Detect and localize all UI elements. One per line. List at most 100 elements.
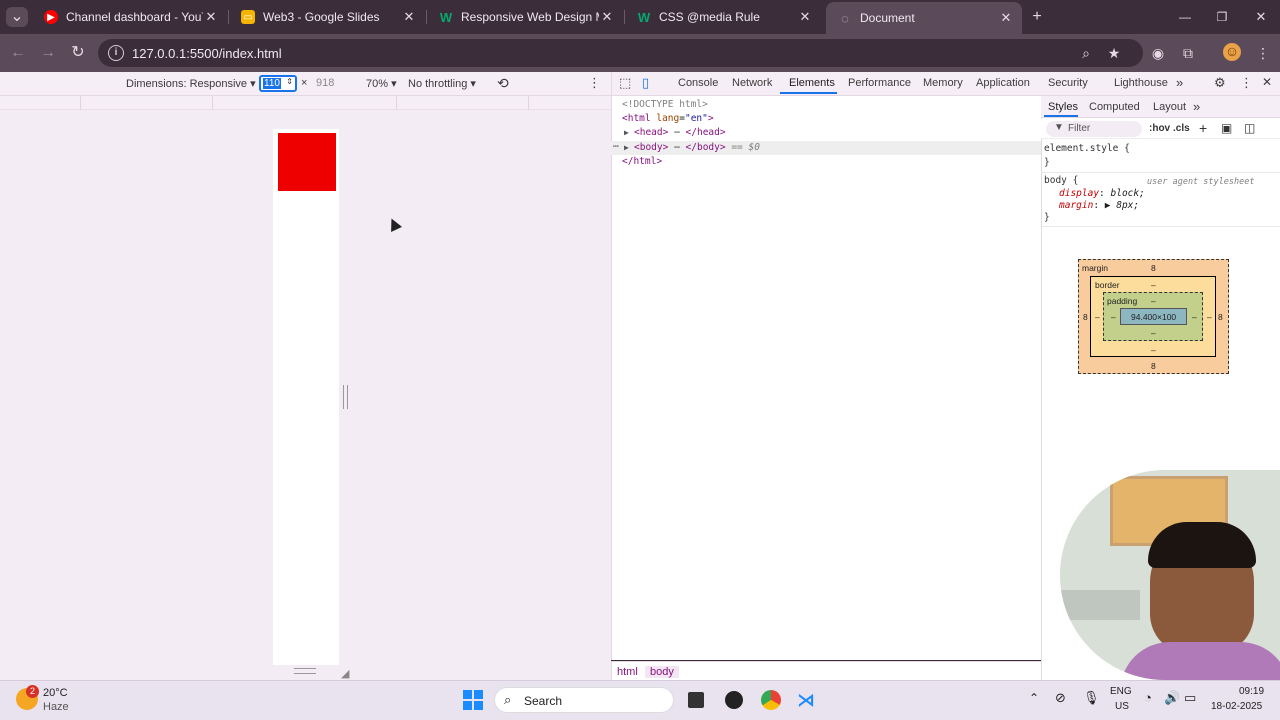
- node-actions-icon[interactable]: ⋯: [613, 141, 619, 152]
- close-tab-icon[interactable]: ✕: [797, 9, 813, 25]
- close-devtools-icon[interactable]: ✕: [1262, 75, 1272, 89]
- padding-top-value[interactable]: –: [1151, 296, 1156, 306]
- wifi-icon[interactable]: ◔: [1144, 690, 1152, 705]
- content-size-value[interactable]: 94.400×100: [1131, 312, 1176, 322]
- close-tab-icon[interactable]: ✕: [203, 9, 219, 25]
- doctype-node[interactable]: <!DOCTYPE html>: [622, 99, 708, 110]
- expand-body-icon[interactable]: ▶: [624, 143, 629, 152]
- resize-handle-right[interactable]: [343, 385, 348, 409]
- back-icon[interactable]: ←: [8, 43, 28, 63]
- paint-brush-icon[interactable]: ▣: [1221, 121, 1232, 135]
- element-style-rule[interactable]: element.style {: [1044, 143, 1130, 154]
- padding-bottom-value[interactable]: –: [1151, 328, 1156, 338]
- temperature[interactable]: 20°C: [43, 687, 68, 699]
- more-tabs-icon[interactable]: »: [1176, 75, 1183, 90]
- border-left-value[interactable]: –: [1095, 312, 1100, 322]
- tab-layout[interactable]: Layout: [1153, 101, 1186, 113]
- zoom-icon[interactable]: ⌕: [1078, 45, 1094, 61]
- volume-icon[interactable]: 🔊: [1164, 690, 1180, 706]
- close-tab-icon[interactable]: ✕: [401, 9, 417, 25]
- breadcrumb-html[interactable]: html: [617, 666, 638, 678]
- new-tab-button[interactable]: +: [1027, 7, 1047, 27]
- network-status-icon[interactable]: ⊘: [1055, 690, 1066, 706]
- tab-computed[interactable]: Computed: [1089, 101, 1140, 113]
- width-input[interactable]: 110 ⇕: [259, 75, 297, 92]
- tab-search-chevron-icon[interactable]: ⌄: [6, 7, 28, 27]
- address-bar[interactable]: i 127.0.0.1:5500/index.html ⌕ ★: [98, 39, 1143, 67]
- margin-bottom-value[interactable]: 8: [1151, 361, 1156, 371]
- margin-declaration[interactable]: margin: ▶ 8px;: [1059, 200, 1139, 211]
- profile-avatar-icon[interactable]: ☺: [1223, 43, 1241, 61]
- dimensions-dropdown[interactable]: Dimensions: Responsive ▾: [126, 77, 256, 90]
- body-rule-selector[interactable]: body {: [1044, 175, 1078, 186]
- border-bottom-value[interactable]: –: [1151, 345, 1156, 355]
- filter-input[interactable]: ▼ Filter: [1046, 121, 1142, 137]
- resize-handle-bottom[interactable]: [294, 668, 316, 674]
- language-code[interactable]: ENG: [1110, 686, 1132, 697]
- battery-icon[interactable]: ▭: [1184, 690, 1196, 706]
- tab-styles[interactable]: Styles: [1048, 101, 1078, 113]
- microphone-icon[interactable]: 🎙: [1083, 690, 1100, 706]
- html-node[interactable]: <html lang="en">: [622, 113, 714, 124]
- close-tab-icon[interactable]: ✕: [599, 9, 615, 25]
- menu-dots-icon[interactable]: ⋮: [1255, 45, 1271, 61]
- chrome-icon[interactable]: [761, 690, 781, 710]
- html-close-node[interactable]: </html>: [622, 156, 662, 167]
- tab-responsive-web-design[interactable]: W Responsive Web Design Media ✕: [427, 4, 623, 30]
- margin-right-value[interactable]: 8: [1218, 312, 1223, 322]
- tab-css-media-rule[interactable]: W CSS @media Rule ✕: [625, 4, 821, 30]
- tab-performance[interactable]: Performance: [848, 77, 911, 89]
- throttling-dropdown[interactable]: No throttling ▾: [408, 77, 476, 90]
- margin-top-value[interactable]: 8: [1151, 263, 1156, 273]
- body-node[interactable]: <body> ⋯ </body> == $0: [634, 142, 760, 153]
- restore-button[interactable]: ❐: [1212, 7, 1232, 27]
- breadcrumb-body[interactable]: body: [645, 666, 679, 678]
- show-hidden-icons[interactable]: ⌃: [1029, 691, 1039, 705]
- minimize-button[interactable]: —: [1175, 7, 1195, 27]
- reload-icon[interactable]: ↻: [68, 43, 88, 63]
- tab-google-slides[interactable]: ▭ Web3 - Google Slides ✕: [229, 4, 425, 30]
- clock-time[interactable]: 09:19: [1239, 686, 1264, 697]
- media-query-ruler[interactable]: [0, 96, 611, 110]
- margin-left-value[interactable]: 8: [1083, 312, 1088, 322]
- close-tab-icon[interactable]: ✕: [998, 10, 1014, 26]
- padding-left-value[interactable]: –: [1111, 312, 1116, 322]
- tab-memory[interactable]: Memory: [923, 77, 963, 89]
- display-declaration[interactable]: display: block;: [1059, 188, 1145, 199]
- more-style-tabs-icon[interactable]: »: [1193, 99, 1200, 114]
- new-rule-icon[interactable]: +: [1199, 120, 1207, 136]
- cls-toggle[interactable]: .cls: [1173, 123, 1190, 134]
- settings-gear-icon[interactable]: ⚙: [1214, 75, 1226, 91]
- hov-toggle[interactable]: :hov: [1149, 123, 1170, 134]
- device-toggle-icon[interactable]: ▯: [642, 75, 649, 91]
- forward-icon[interactable]: →: [38, 43, 58, 63]
- tab-console[interactable]: Console: [678, 77, 718, 89]
- taskbar-search-box[interactable]: ⌕ Search: [494, 687, 674, 713]
- stepper-icon[interactable]: ⇕: [286, 77, 293, 86]
- app-icon[interactable]: [725, 691, 743, 709]
- expand-head-icon[interactable]: ▶: [624, 128, 629, 137]
- toggle-sidebar-icon[interactable]: ◫: [1244, 121, 1255, 135]
- devtools-menu-icon[interactable]: ⋮: [1240, 75, 1253, 91]
- extensions-icon[interactable]: ⧉: [1180, 45, 1196, 61]
- tab-elements[interactable]: Elements: [789, 77, 835, 89]
- tab-network[interactable]: Network: [732, 77, 772, 89]
- device-viewport[interactable]: [273, 129, 339, 665]
- tab-application[interactable]: Application: [976, 77, 1030, 89]
- clock-date[interactable]: 18-02-2025: [1211, 701, 1262, 712]
- close-window-button[interactable]: ✕: [1251, 7, 1271, 27]
- tab-youtube[interactable]: ▶ Channel dashboard - YouTube S ✕: [32, 4, 227, 30]
- head-node[interactable]: <head> ⋯ </head>: [634, 127, 726, 138]
- zoom-dropdown[interactable]: 70% ▾: [366, 77, 397, 90]
- more-options-icon[interactable]: ⋮: [588, 75, 601, 91]
- border-top-value[interactable]: –: [1151, 280, 1156, 290]
- padding-right-value[interactable]: –: [1192, 312, 1197, 322]
- resize-handle-corner[interactable]: ◢: [341, 667, 349, 680]
- site-info-icon[interactable]: i: [108, 45, 124, 61]
- tab-document[interactable]: ◌ Document ✕: [826, 2, 1022, 34]
- height-input[interactable]: 918: [316, 77, 334, 89]
- bookmark-star-icon[interactable]: ★: [1106, 45, 1122, 61]
- tab-security[interactable]: Security: [1048, 77, 1088, 89]
- tab-lighthouse[interactable]: Lighthouse: [1114, 77, 1168, 89]
- inspect-element-icon[interactable]: ⬚: [619, 75, 631, 91]
